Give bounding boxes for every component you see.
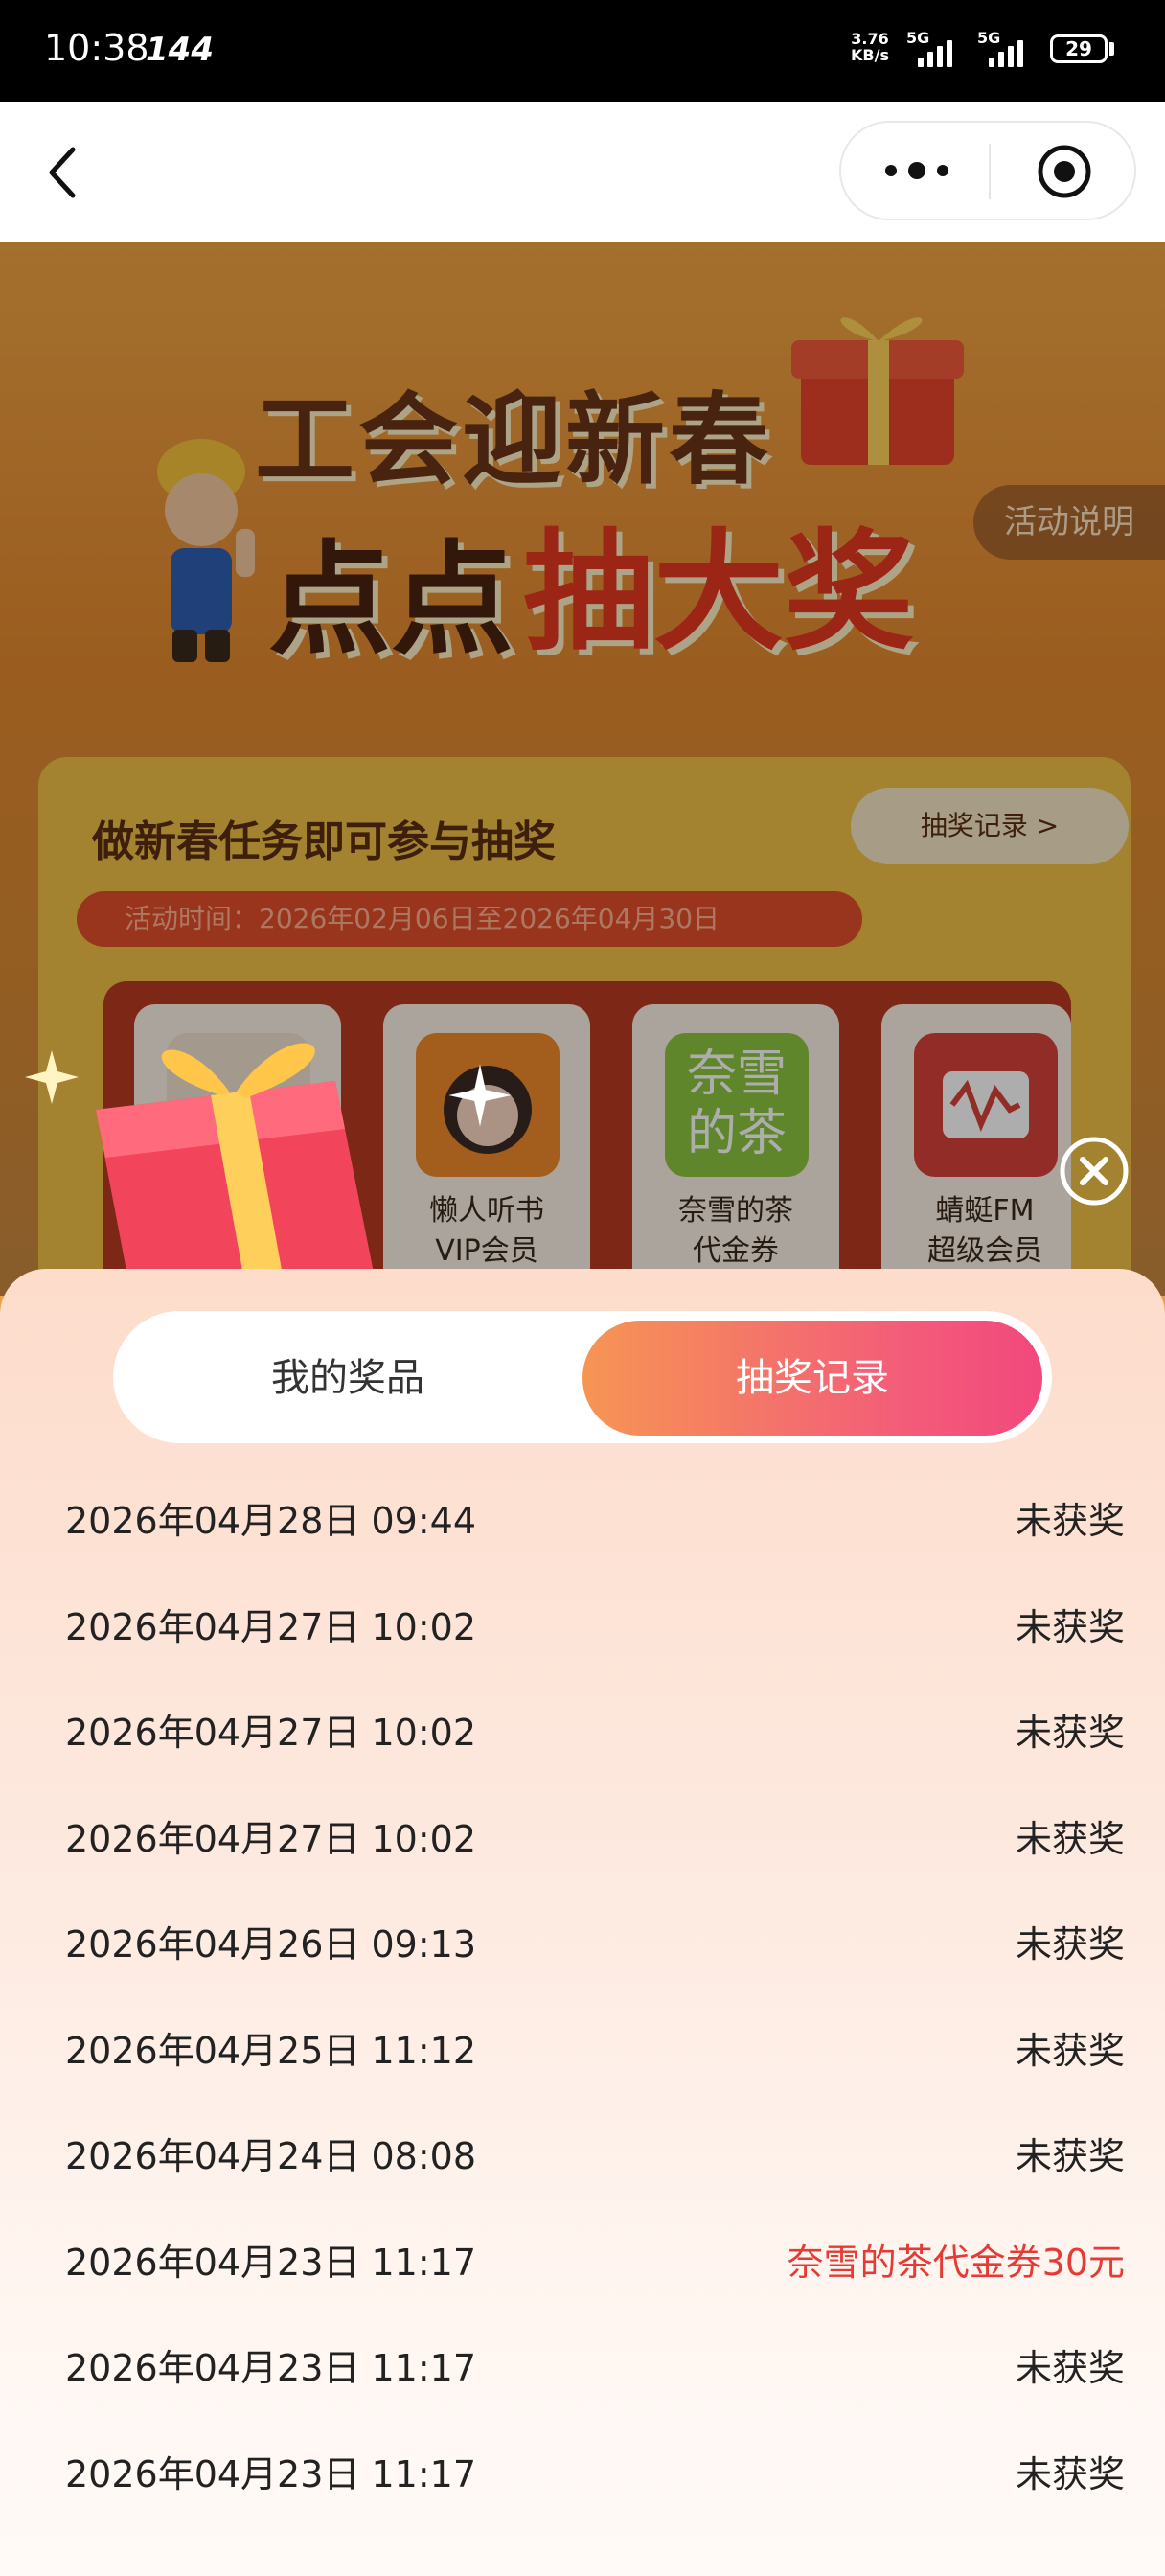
records-sheet: 我的奖品 抽奖记录 2026年04月28日 09:44 未获奖 2026年04月…	[0, 1269, 1165, 2576]
record-row: 2026年04月25日 11:12 未获奖	[0, 2025, 1165, 2131]
record-result-win: 奈雪的茶代金券30元	[787, 2241, 1125, 2284]
record-row: 2026年04月27日 10:02 未获奖	[0, 1707, 1165, 1813]
gift-box-icon	[96, 1043, 374, 1311]
record-datetime: 2026年04月27日 10:02	[65, 1817, 477, 1860]
status-bar: 10:38 144 3.76 KB/s 5G 5G 29	[0, 0, 1165, 102]
record-datetime: 2026年04月24日 08:08	[65, 2135, 477, 2177]
record-row: 2026年04月28日 09:44 未获奖	[0, 1495, 1165, 1601]
signal-sim2-icon: 5G	[977, 29, 1031, 67]
record-row: 2026年04月23日 11:17 奈雪的茶代金券30元	[0, 2237, 1165, 2343]
record-list: 2026年04月28日 09:44 未获奖 2026年04月27日 10:02 …	[0, 1495, 1165, 2554]
refresh-rate: 144	[146, 31, 214, 69]
record-datetime: 2026年04月27日 10:02	[65, 1605, 477, 1648]
more-dots-icon[interactable]	[883, 159, 950, 182]
record-result: 未获奖	[1015, 1923, 1125, 1966]
record-result: 未获奖	[1015, 1817, 1125, 1860]
sparkle-icon	[448, 1064, 512, 1127]
record-datetime: 2026年04月26日 09:13	[65, 1923, 477, 1966]
record-row: 2026年04月26日 09:13 未获奖	[0, 1919, 1165, 2025]
close-icon[interactable]	[1058, 1135, 1131, 1208]
tab-draw-records[interactable]: 抽奖记录	[582, 1321, 1042, 1436]
signal-sim1-icon: 5G	[906, 29, 960, 67]
record-result: 未获奖	[1015, 1500, 1125, 1542]
target-icon[interactable]	[1037, 144, 1092, 199]
miniapp-capsule	[839, 121, 1136, 220]
record-row: 2026年04月24日 08:08 未获奖	[0, 2130, 1165, 2237]
record-datetime: 2026年04月27日 10:02	[65, 1712, 477, 1754]
record-result: 未获奖	[1015, 1605, 1125, 1648]
chevron-left-icon[interactable]	[44, 144, 82, 201]
record-datetime: 2026年04月23日 11:17	[65, 2452, 477, 2496]
record-datetime: 2026年04月28日 09:44	[65, 1500, 477, 1542]
record-result: 未获奖	[1015, 2452, 1125, 2496]
record-row: 2026年04月27日 10:02 未获奖	[0, 1813, 1165, 1920]
record-result: 未获奖	[1015, 2029, 1125, 2072]
record-result: 未获奖	[1015, 2135, 1125, 2177]
network-speed: 3.76 KB/s	[851, 30, 889, 64]
record-result: 未获奖	[1015, 1712, 1125, 1754]
record-row: 2026年04月23日 11:17 未获奖	[0, 2342, 1165, 2449]
record-row: 2026年04月27日 10:02 未获奖	[0, 1601, 1165, 1708]
record-datetime: 2026年04月23日 11:17	[65, 2241, 477, 2284]
sheet-tabs: 我的奖品 抽奖记录	[113, 1311, 1052, 1443]
battery-icon: 29	[1050, 34, 1108, 63]
clock: 10:38	[44, 27, 149, 69]
nav-bar	[0, 102, 1165, 242]
record-datetime: 2026年04月25日 11:12	[65, 2029, 477, 2072]
tab-my-prizes[interactable]: 我的奖品	[123, 1321, 573, 1436]
record-datetime: 2026年04月23日 11:17	[65, 2347, 477, 2389]
record-row: 2026年04月23日 11:17 未获奖	[0, 2449, 1165, 2555]
record-result: 未获奖	[1015, 2347, 1125, 2389]
